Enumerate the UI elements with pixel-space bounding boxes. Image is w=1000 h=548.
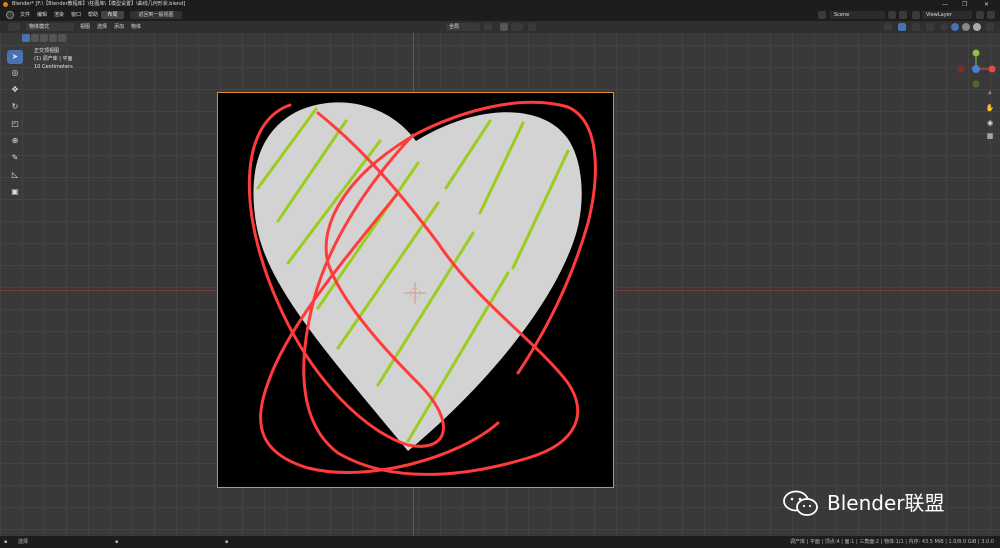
- scene-copy-icon[interactable]: [888, 11, 896, 19]
- viewlayer-close-icon[interactable]: [987, 11, 995, 19]
- viewport-header: 物体模式 视图 选择 添加 物体 全局: [0, 21, 1000, 33]
- status-select-label: 选择: [18, 539, 29, 545]
- xray-icon[interactable]: [926, 23, 934, 31]
- tab-layout[interactable]: 布局: [101, 11, 124, 19]
- wireframe-shading-icon[interactable]: [940, 23, 948, 31]
- gizmo-toggle-icon[interactable]: [898, 23, 906, 31]
- select-mode-new-icon[interactable]: [22, 34, 30, 42]
- heart-shape: [253, 102, 582, 452]
- navigation-gizmo[interactable]: [955, 48, 997, 90]
- rotate-icon[interactable]: ↻: [7, 100, 23, 114]
- pivot-icon[interactable]: [484, 23, 492, 31]
- measure-icon[interactable]: ◺: [7, 168, 23, 182]
- mouse-middle-icon: ▪: [115, 539, 119, 545]
- overlay-icon[interactable]: [912, 23, 920, 31]
- gizmo-neg-y-icon: [972, 80, 980, 88]
- top-menubar: 文件 编辑 渲染 窗口 帮助 布局 返回到一般视图 Scene ViewLaye…: [0, 9, 1000, 21]
- shading-options-icon[interactable]: [986, 23, 994, 31]
- editor-type-icon[interactable]: [8, 23, 20, 31]
- minimize-button[interactable]: —: [942, 0, 948, 9]
- menu-render[interactable]: 渲染: [54, 9, 64, 21]
- select-menu[interactable]: 选择: [97, 21, 107, 33]
- 3d-cursor-icon: [404, 282, 426, 304]
- wechat-icon: [783, 490, 818, 516]
- material-shading-icon[interactable]: [962, 23, 970, 31]
- menu-window[interactable]: 窗口: [71, 9, 81, 21]
- pan-icon[interactable]: ✋: [985, 103, 995, 113]
- status-bar: ▪ 选择 ▪ ▪ 调产库 | 平面 | 顶点:4 | 面:1 | 三角面:2 |…: [0, 536, 1000, 548]
- select-mode-subtract-icon[interactable]: [40, 34, 48, 42]
- rendered-shading-icon[interactable]: [973, 23, 981, 31]
- zoom-icon[interactable]: ⌕: [985, 88, 995, 98]
- visibility-icon[interactable]: [884, 23, 892, 31]
- select-mode-intersect-icon[interactable]: [58, 34, 66, 42]
- blender-menu-icon[interactable]: [6, 11, 14, 19]
- mouse-right-icon: ▪: [225, 539, 229, 545]
- active-object-info: (1) 调产库 | 平面: [34, 56, 73, 62]
- object-menu[interactable]: 物体: [131, 21, 141, 33]
- scene-icon: [818, 11, 826, 19]
- solid-shading-icon[interactable]: [951, 23, 959, 31]
- transform-icon[interactable]: ⊕: [7, 134, 23, 148]
- window-titlebar: Blender* [F:\【Blender教程库】\柱图库\【模型设置】\曲线几…: [0, 0, 1000, 9]
- add-cube-icon[interactable]: ▣: [7, 185, 23, 199]
- watermark-text: Blender联盟: [827, 491, 945, 515]
- select-icon[interactable]: ➤: [7, 50, 23, 64]
- ortho-icon[interactable]: ▦: [985, 131, 995, 141]
- select-mode-invert-icon[interactable]: [49, 34, 57, 42]
- scale-icon[interactable]: ◰: [7, 117, 23, 131]
- snap-icon[interactable]: [500, 23, 508, 31]
- viewport-info: 正交顶视图 (1) 调产库 | 平面 10 Centimeters: [34, 47, 73, 71]
- grid-scale-info: 10 Centimeters: [34, 64, 73, 70]
- close-button[interactable]: ✕: [984, 0, 989, 9]
- mode-dropdown[interactable]: 物体模式: [26, 23, 74, 31]
- view-menu[interactable]: 视图: [80, 21, 90, 33]
- scene-close-icon[interactable]: [899, 11, 907, 19]
- tab-general-view[interactable]: 返回到一般视图: [130, 11, 182, 19]
- gizmo-y-icon: [972, 49, 980, 57]
- blender-logo-icon: [3, 2, 8, 7]
- camera-icon[interactable]: ◉: [985, 118, 995, 128]
- viewlayer-icon: [912, 11, 920, 19]
- proportional-edit-icon[interactable]: [528, 23, 536, 31]
- scene-selector[interactable]: Scene: [830, 11, 885, 19]
- watermark: Blender联盟: [783, 488, 944, 518]
- transform-orientation-dropdown[interactable]: 全局: [446, 23, 480, 31]
- move-icon[interactable]: ✥: [7, 83, 23, 97]
- cursor-icon[interactable]: ◎: [7, 66, 23, 80]
- snap-target-icon[interactable]: [511, 23, 523, 31]
- mouse-left-icon: ▪: [4, 539, 8, 545]
- annotate-icon[interactable]: ✎: [7, 151, 23, 165]
- viewlayer-copy-icon[interactable]: [976, 11, 984, 19]
- window-title: Blender* [F:\【Blender教程库】\柱图库\【模型设置】\曲线几…: [12, 1, 186, 7]
- gizmo-neg-x-icon: [957, 65, 965, 73]
- gizmo-z-icon: [972, 65, 980, 73]
- menu-help[interactable]: 帮助: [88, 9, 98, 21]
- menu-edit[interactable]: 编辑: [37, 9, 47, 21]
- maximize-button[interactable]: ❐: [962, 0, 967, 9]
- select-mode-extend-icon[interactable]: [31, 34, 39, 42]
- status-stats: 调产库 | 平面 | 顶点:4 | 面:1 | 三角面:2 | 物体:1/1 |…: [790, 539, 994, 545]
- viewlayer-selector[interactable]: ViewLayer: [922, 11, 972, 19]
- add-menu[interactable]: 添加: [114, 21, 124, 33]
- view-name: 正交顶视图: [34, 48, 60, 54]
- gizmo-x-icon: [988, 65, 996, 73]
- menu-file[interactable]: 文件: [20, 9, 30, 21]
